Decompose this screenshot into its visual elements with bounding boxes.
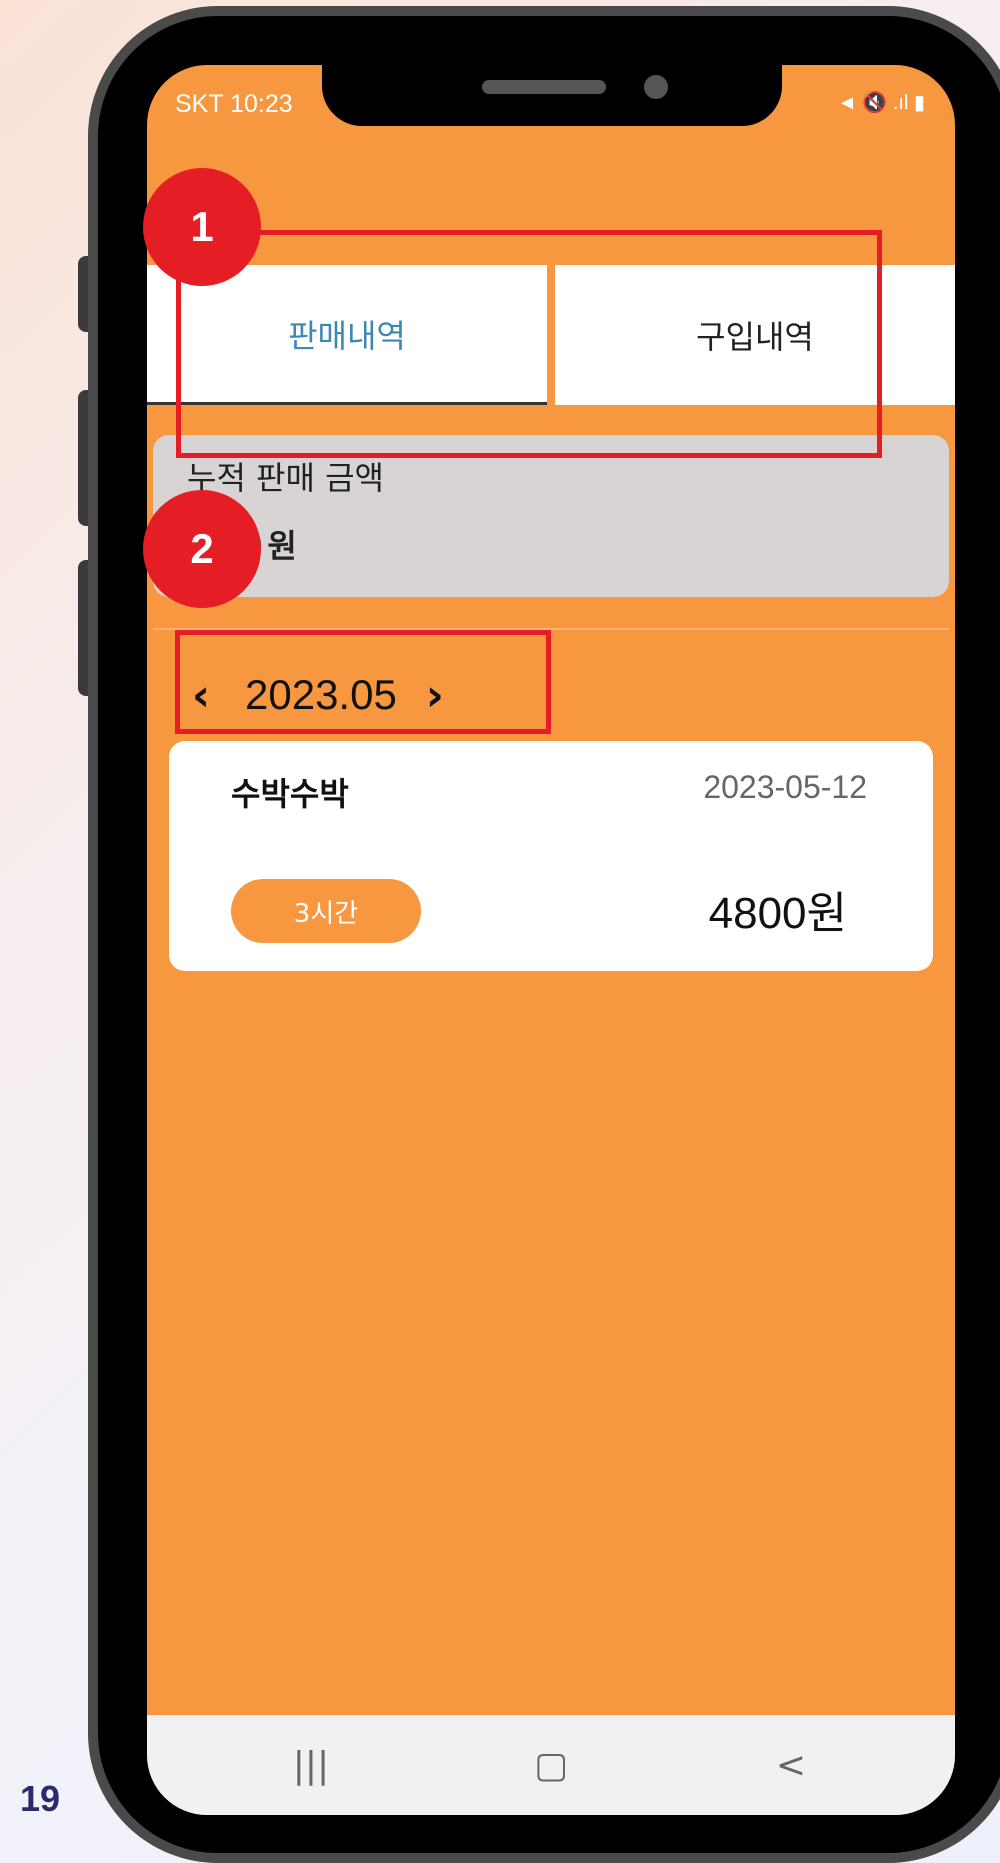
- front-camera: [644, 75, 668, 99]
- sale-item-card[interactable]: 수박수박 2023-05-12 3시간 4800원: [169, 741, 933, 971]
- system-nav-bar: ||| ▢ <: [147, 1715, 955, 1815]
- month-selector-highlight-box: [175, 630, 551, 734]
- phone-notch: [322, 58, 782, 126]
- sale-item-name: 수박수박: [231, 775, 349, 813]
- sale-item-price: 4800원: [708, 889, 847, 938]
- tabs-highlight-box: [176, 230, 882, 458]
- sale-item-date: 2023-05-12: [703, 769, 867, 805]
- recents-button[interactable]: |||: [271, 1735, 351, 1795]
- status-carrier-time: SKT 10:23: [175, 90, 293, 118]
- annotation-marker-2: 2: [143, 490, 261, 608]
- total-sales-summary: 누적 판매 금액 0원: [153, 435, 949, 597]
- speaker-grille: [482, 80, 606, 94]
- duration-badge: 3시간: [231, 879, 421, 943]
- back-button[interactable]: <: [751, 1735, 831, 1795]
- currency-unit: 원: [267, 527, 297, 565]
- page-number: 19: [20, 1778, 61, 1819]
- status-icons: ◄ 🔇 .ıl ▮: [837, 92, 925, 114]
- home-button[interactable]: ▢: [511, 1735, 591, 1795]
- annotation-marker-1: 1: [143, 168, 261, 286]
